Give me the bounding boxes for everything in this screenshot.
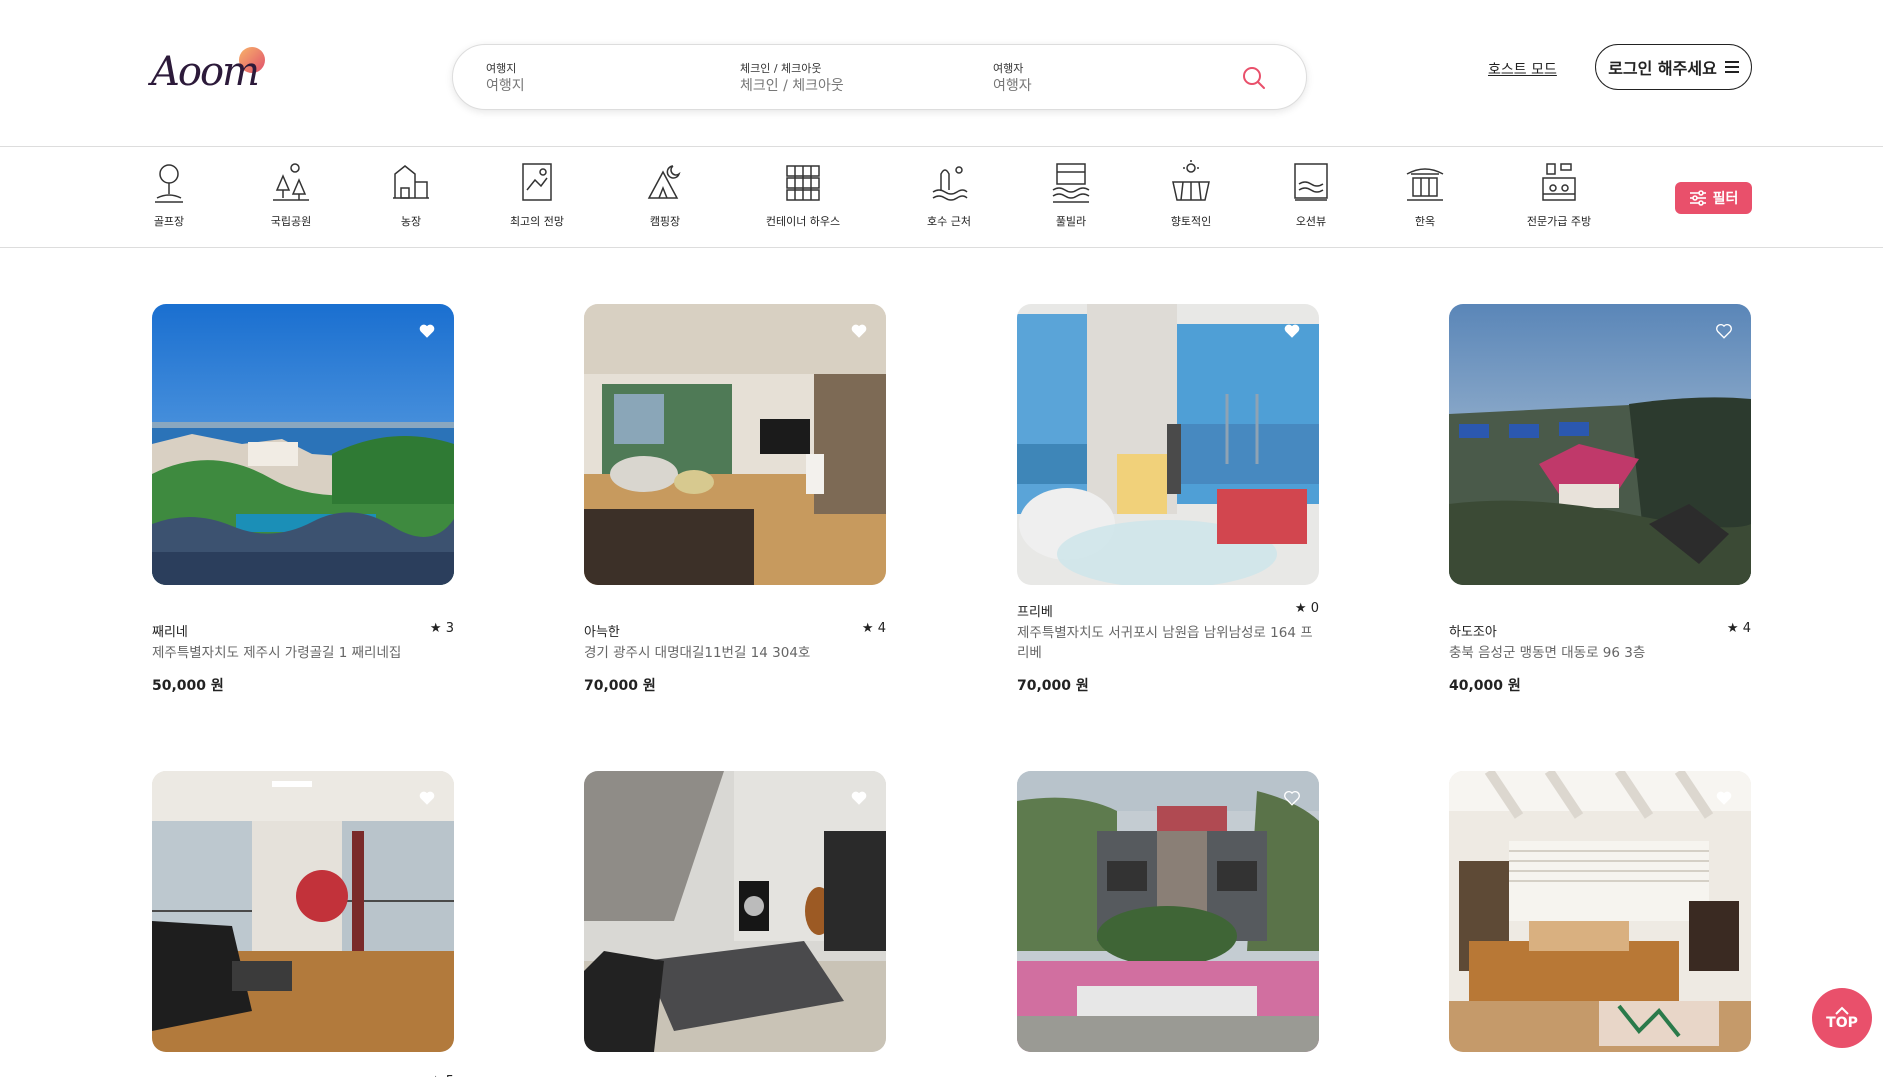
listing-card[interactable]: 아늑한 ★ 4 경기 광주시 대명대길11번길 14 304호 70,000 원 xyxy=(584,304,886,695)
search-bar[interactable]: 여행지 여행지 체크인 / 체크아웃 체크인 / 체크아웃 여행자 여행자 xyxy=(452,44,1307,110)
listing-rating: ★ 4 xyxy=(1726,621,1751,636)
hanok-icon xyxy=(1406,168,1444,201)
heart-icon[interactable] xyxy=(850,322,868,340)
ocean-view-icon xyxy=(1294,163,1328,201)
heart-icon[interactable] xyxy=(1283,322,1301,340)
listing-rating: ★ 0 xyxy=(1294,601,1319,616)
listing-card[interactable]: 째리네 ★ 3 제주특별자치도 제주시 가령골길 1 째리네집 50,000 원 xyxy=(152,304,454,695)
heart-icon[interactable] xyxy=(1715,322,1733,340)
listing-rating: ★ 4 xyxy=(861,621,886,636)
listing-address: 제주특별자치도 제주시 가령골길 1 째리네집 xyxy=(152,645,402,661)
kitchen-icon xyxy=(1542,163,1576,201)
listing-photo[interactable] xyxy=(1017,304,1319,585)
golf-icon xyxy=(155,164,183,203)
farm-icon xyxy=(393,165,429,199)
login-button[interactable]: 로그인 해주세요 xyxy=(1595,44,1752,90)
countryside-icon xyxy=(1172,160,1210,201)
listing-card[interactable]: 하도조아 ★ 4 충북 음성군 맹동면 대동로 96 3층 40,000 원 xyxy=(1449,304,1751,695)
listing-name: 아늑한 xyxy=(584,625,620,640)
lake-icon xyxy=(932,166,968,201)
category-bar: 골프장 국립공원 농장 최고의 전망 캠핑장 컨테이너 하우스 호수 근처 풀빌… xyxy=(0,148,1883,248)
listing-card[interactable]: 프리베 ★ 0 제주특별자치도 서귀포시 남원읍 남위남성로 164 프리베 7… xyxy=(1017,304,1319,695)
header: Aoom 여행지 여행지 체크인 / 체크아웃 체크인 / 체크아웃 여행자 여… xyxy=(0,0,1883,147)
top-label: TOP xyxy=(1826,1014,1858,1031)
camping-icon xyxy=(647,165,681,199)
listing-price: 50,000 원 xyxy=(152,678,224,694)
logo-text: Aoom xyxy=(151,49,260,95)
listing-rating: ★ 3 xyxy=(429,621,454,636)
dates-label: 체크인 / 체크아웃 xyxy=(740,62,822,75)
category-ocean-view[interactable]: 오션뷰 xyxy=(1256,160,1366,229)
listing-address: 충북 음성군 맹동면 대동로 96 3층 xyxy=(1449,645,1646,661)
search-icon[interactable] xyxy=(1240,64,1268,92)
listing-address: 경기 광주시 대명대길11번길 14 304호 xyxy=(584,645,811,661)
category-countryside[interactable]: 향토적인 xyxy=(1136,160,1246,229)
listing-price: 70,000 원 xyxy=(1017,678,1089,694)
listing-price: 40,000 원 xyxy=(1449,678,1521,694)
listing-card[interactable] xyxy=(1449,771,1751,1052)
heart-icon[interactable] xyxy=(1715,789,1733,807)
filter-button[interactable]: 필터 xyxy=(1675,182,1752,214)
dates-input[interactable]: 체크인 / 체크아웃 xyxy=(740,76,940,96)
heart-icon[interactable] xyxy=(1283,789,1301,807)
category-lake[interactable]: 호수 근처 xyxy=(894,160,1004,229)
container-icon xyxy=(786,165,820,201)
category-golf[interactable]: 골프장 xyxy=(114,160,224,229)
category-hanok[interactable]: 한옥 xyxy=(1370,160,1480,229)
logo[interactable]: Aoom xyxy=(151,45,276,95)
heart-icon[interactable] xyxy=(418,789,436,807)
scroll-top-button[interactable]: TOP xyxy=(1812,988,1872,1048)
listing-photo[interactable] xyxy=(152,771,454,1052)
filter-label: 필터 xyxy=(1712,191,1739,207)
listing-card[interactable] xyxy=(584,771,886,1052)
heart-icon[interactable] xyxy=(850,789,868,807)
category-national-park[interactable]: 국립공원 xyxy=(236,160,346,229)
listing-name: 프리베 xyxy=(1017,605,1053,620)
listing-photo[interactable] xyxy=(584,304,886,585)
listing-price: 70,000 원 xyxy=(584,678,656,694)
best-view-icon xyxy=(522,163,552,201)
listing-name: 하도조아 xyxy=(1449,625,1497,640)
category-container[interactable]: 컨테이너 하우스 xyxy=(748,160,858,229)
destination-field[interactable]: 여행지 여행지 xyxy=(486,62,686,96)
listing-photo[interactable] xyxy=(152,304,454,585)
pool-villa-icon xyxy=(1052,163,1090,203)
host-mode-link[interactable]: 호스트 모드 xyxy=(1488,59,1557,79)
category-farm[interactable]: 농장 xyxy=(356,160,466,229)
destination-label: 여행지 xyxy=(486,62,517,75)
category-pool-villa[interactable]: 풀빌라 xyxy=(1016,160,1126,229)
chevron-up-icon xyxy=(1835,1006,1849,1015)
listing-card[interactable]: ★ 5 xyxy=(152,771,454,1077)
guests-label: 여행자 xyxy=(993,62,1024,75)
listing-name: 째리네 xyxy=(152,625,188,640)
listing-photo[interactable] xyxy=(1017,771,1319,1052)
listing-photo[interactable] xyxy=(584,771,886,1052)
guests-input[interactable]: 여행자 xyxy=(993,76,1193,96)
category-camping[interactable]: 캠핑장 xyxy=(610,160,720,229)
listing-photo[interactable] xyxy=(1449,304,1751,585)
destination-input[interactable]: 여행지 xyxy=(486,76,686,96)
listing-card[interactable] xyxy=(1017,771,1319,1052)
listing-photo[interactable] xyxy=(1449,771,1751,1052)
heart-icon[interactable] xyxy=(418,322,436,340)
listing-address: 제주특별자치도 서귀포시 남원읍 남위남성로 164 프리베 xyxy=(1017,625,1313,661)
guests-field[interactable]: 여행자 여행자 xyxy=(993,62,1193,96)
dates-field[interactable]: 체크인 / 체크아웃 체크인 / 체크아웃 xyxy=(740,62,940,96)
menu-icon xyxy=(1724,61,1739,73)
filter-icon xyxy=(1689,190,1706,206)
category-kitchen[interactable]: 전문가급 주방 xyxy=(1504,160,1614,229)
login-label: 로그인 해주세요 xyxy=(1608,59,1717,78)
national-park-icon xyxy=(273,163,309,201)
category-best-view[interactable]: 최고의 전망 xyxy=(482,160,592,229)
